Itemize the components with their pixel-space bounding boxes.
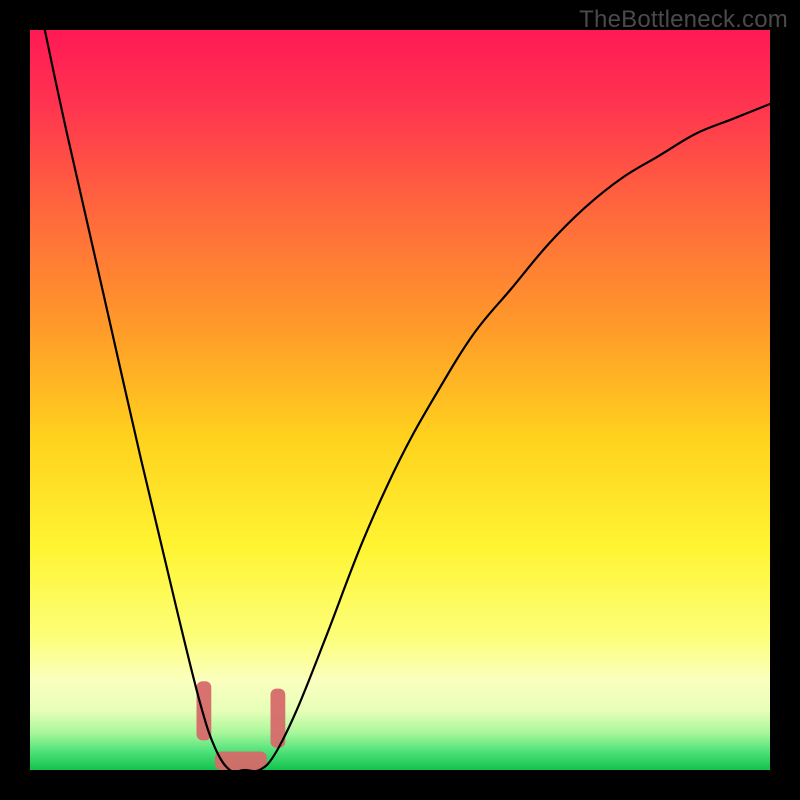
bottleneck-curve: [45, 30, 770, 770]
curve-overlay: [30, 30, 770, 770]
watermark-text: TheBottleneck.com: [579, 6, 788, 34]
